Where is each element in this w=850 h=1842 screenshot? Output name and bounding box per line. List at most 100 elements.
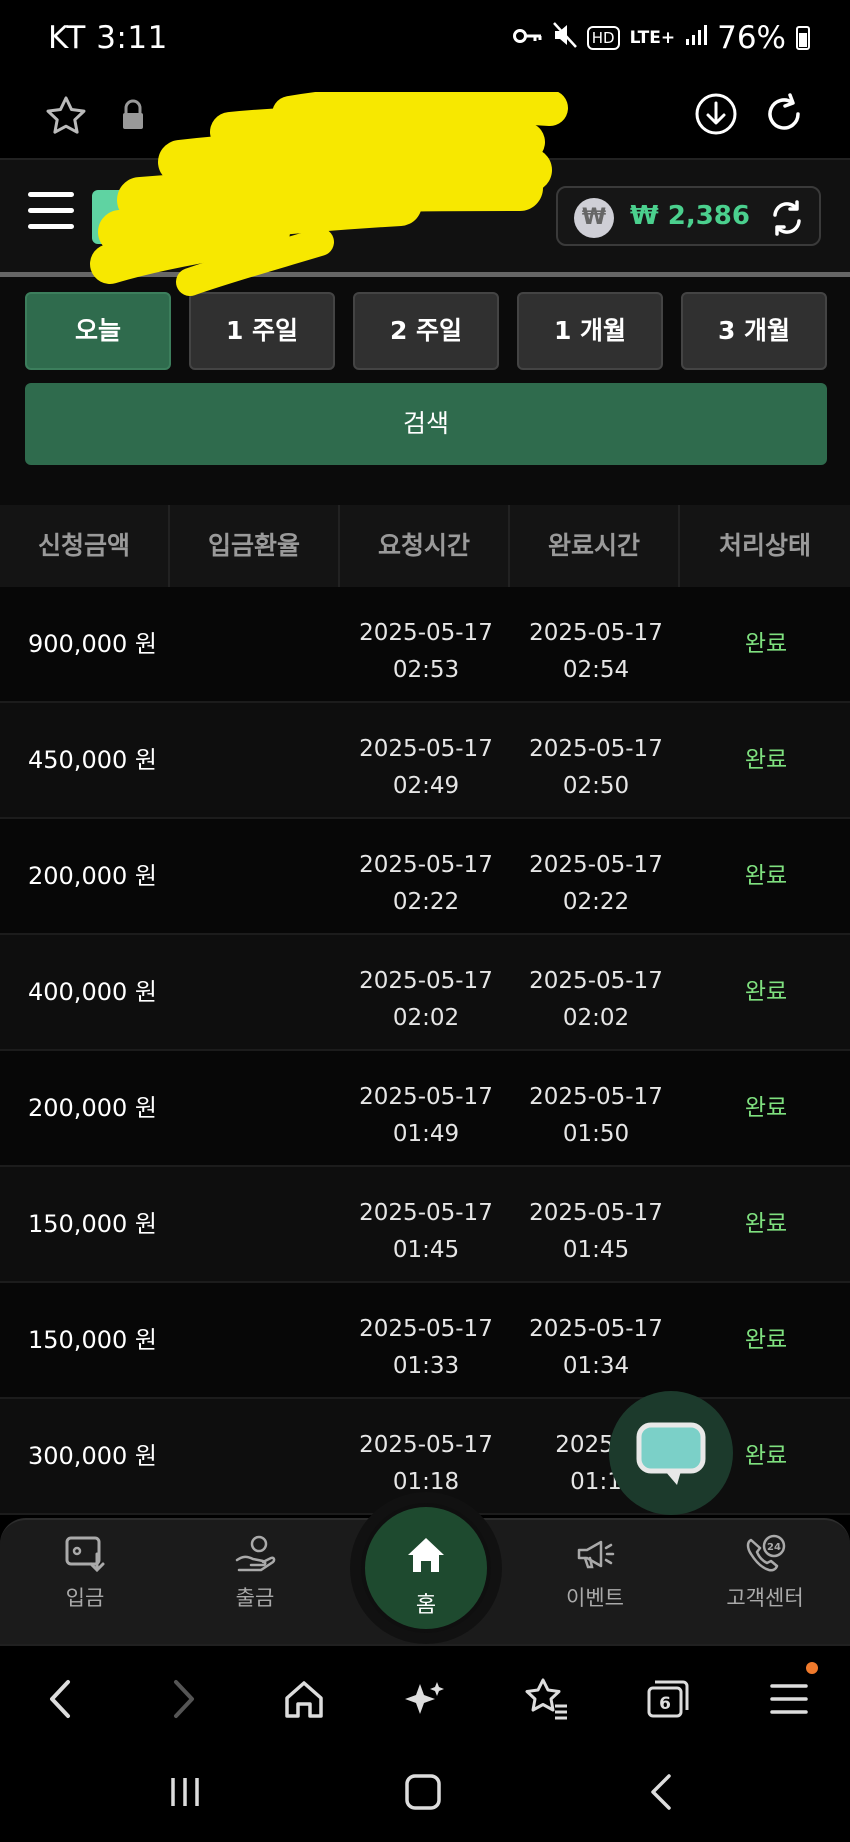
status-icons: HD LTE+ 76% <box>512 20 810 56</box>
rate-cell <box>170 703 340 817</box>
bookmarks-star-icon[interactable] <box>521 1676 571 1722</box>
complete-date: 2025-05-17 <box>529 1200 663 1226</box>
rate-cell <box>170 1283 340 1397</box>
nav-deposit-label: 입금 <box>65 1586 105 1610</box>
column-header-request-time: 요청시간 <box>340 505 510 587</box>
column-header-rate: 입금환율 <box>170 505 340 587</box>
request-date: 2025-05-17 <box>359 736 493 762</box>
status-cell: 완료 <box>744 1095 788 1121</box>
megaphone-icon <box>577 1540 615 1569</box>
complete-clock: 01:45 <box>562 1237 630 1263</box>
rate-cell <box>170 587 340 701</box>
column-header-status: 처리상태 <box>718 531 811 560</box>
menu-hamburger-icon[interactable] <box>28 192 74 236</box>
filter-3month-button[interactable]: 3 개월 <box>681 292 827 370</box>
notification-dot <box>806 1662 818 1674</box>
carrier-time: KT 3:11 <box>48 20 168 56</box>
reload-icon[interactable] <box>762 92 806 136</box>
status-cell: 완료 <box>744 979 788 1005</box>
signal-icon <box>685 24 708 52</box>
filter-today-button[interactable]: 오늘 <box>25 292 171 370</box>
tabs-button[interactable]: 6 <box>643 1676 693 1722</box>
filter-1month-button[interactable]: 1 개월 <box>517 292 663 370</box>
sparkle-icon[interactable] <box>400 1676 450 1722</box>
nav-home-label: 홈 <box>415 1593 437 1618</box>
request-clock: 02:22 <box>392 889 460 915</box>
request-clock: 01:33 <box>392 1353 460 1379</box>
table-row: 150,000 원 2025-05-17 01:33 2025-05-17 01:34 완… <box>0 1283 850 1399</box>
status-bar: KT 3:11 HD LTE+ 76% <box>0 0 850 80</box>
deposit-history-table: 900,000 원 2025-05-17 02:53 2025-05-17 02:54 완… <box>0 587 850 1515</box>
column-header-amount: 신청금액 <box>0 505 170 587</box>
amount-cell: 200,000 원 <box>28 1094 157 1122</box>
nav-event[interactable]: 이벤트 <box>525 1534 665 1612</box>
amount-cell: 150,000 원 <box>28 1210 157 1238</box>
browser-home-icon[interactable] <box>279 1676 329 1722</box>
status-cell: 완료 <box>744 1211 788 1237</box>
nav-withdraw-label: 출금 <box>235 1586 275 1610</box>
request-clock: 01:45 <box>392 1237 460 1263</box>
recent-apps-icon[interactable] <box>163 1772 207 1812</box>
nav-withdraw[interactable]: 출금 <box>185 1534 325 1612</box>
complete-date: 2025-05-17 <box>529 1316 663 1342</box>
balance-box: ₩ ₩ 2,386 <box>556 186 821 246</box>
search-button[interactable]: 검색 <box>25 383 827 465</box>
hd-voice-icon: HD <box>586 26 620 50</box>
rate-cell <box>170 1167 340 1281</box>
rate-cell <box>170 935 340 1049</box>
date-filter-section: 오늘 1 주일 2 주일 1 개월 3 개월 검색 <box>0 277 850 505</box>
status-cell: 완료 <box>744 747 788 773</box>
nav-support[interactable]: 24 고객센터 <box>695 1534 835 1612</box>
system-home-icon[interactable] <box>401 1772 445 1812</box>
table-row: 200,000 원 2025-05-17 02:22 2025-05-17 02:22 완… <box>0 819 850 935</box>
table-row: 150,000 원 2025-05-17 01:45 2025-05-17 01:45 완… <box>0 1167 850 1283</box>
bookmark-star-icon[interactable] <box>44 94 88 138</box>
lte-icon: LTE+ <box>629 28 676 48</box>
complete-date: 2025-05-17 <box>529 1084 663 1110</box>
amount-cell: 150,000 원 <box>28 1326 157 1354</box>
table-row: 200,000 원 2025-05-17 01:49 2025-05-17 01:50 완… <box>0 1051 850 1167</box>
complete-clock: 01:34 <box>562 1353 630 1379</box>
phone-24-icon: 24 <box>746 1534 786 1572</box>
filter-2week-button[interactable]: 2 주일 <box>353 292 499 370</box>
refresh-balance-icon[interactable] <box>767 198 807 238</box>
amount-cell: 450,000 원 <box>28 746 157 774</box>
column-header-complete-time: 완료시간 <box>510 505 680 587</box>
status-cell: 완료 <box>744 631 788 657</box>
key-icon <box>512 24 543 52</box>
request-date: 2025-05-17 <box>359 620 493 646</box>
complete-date: 2025-05-17 <box>529 968 663 994</box>
nav-home[interactable]: 홈 <box>361 1503 491 1633</box>
menu-icon[interactable] <box>764 1676 814 1722</box>
request-clock: 01:49 <box>392 1121 460 1147</box>
request-clock: 02:49 <box>392 773 460 799</box>
battery-icon <box>796 26 810 50</box>
system-navigation <box>0 1744 850 1842</box>
request-date: 2025-05-17 <box>359 1200 493 1226</box>
complete-clock: 02:02 <box>562 1005 630 1031</box>
amount-cell: 200,000 원 <box>28 862 157 890</box>
back-icon[interactable] <box>36 1676 86 1722</box>
site-logo[interactable] <box>92 190 140 244</box>
status-cell: 완료 <box>744 1327 788 1353</box>
amount-cell: 900,000 원 <box>28 630 157 658</box>
nav-deposit[interactable]: 입금 <box>15 1534 155 1612</box>
complete-date: 2025-05-17 <box>529 620 663 646</box>
request-date: 2025-05-17 <box>359 968 493 994</box>
rate-cell <box>170 1399 340 1513</box>
complete-date: 2025-05-17 <box>529 852 663 878</box>
table-row: 900,000 원 2025-05-17 02:53 2025-05-17 02:54 완… <box>0 587 850 703</box>
complete-clock: 01:50 <box>562 1121 630 1147</box>
live-chat-button[interactable] <box>609 1391 733 1515</box>
download-icon[interactable] <box>694 92 738 136</box>
url-text[interactable]: w <box>300 100 325 135</box>
amount-cell: 300,000 원 <box>28 1442 157 1470</box>
filter-1week-button[interactable]: 1 주일 <box>189 292 335 370</box>
nav-support-label: 고객센터 <box>726 1586 804 1610</box>
system-back-icon[interactable] <box>641 1772 685 1812</box>
tab-count: 6 <box>659 1694 671 1714</box>
request-date: 2025-05-17 <box>359 1316 493 1342</box>
browser-address-bar: w <box>0 80 850 160</box>
forward-icon[interactable] <box>158 1676 208 1722</box>
lock-icon <box>123 99 143 129</box>
